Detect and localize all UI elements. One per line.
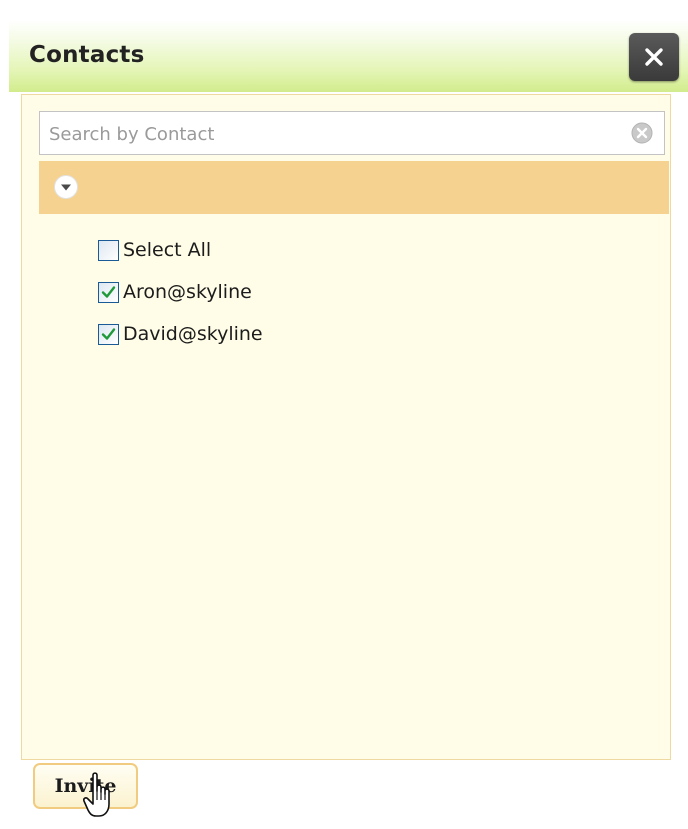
select-all-checkbox[interactable] [98, 239, 119, 261]
contact-item-aron[interactable]: Aron@skyline [98, 277, 252, 307]
contact-group-header[interactable] [39, 161, 669, 214]
select-all-label: Select All [123, 239, 212, 261]
contact-item-david[interactable]: David@skyline [98, 319, 263, 349]
checkmark-icon [101, 285, 116, 298]
dialog-title: Contacts [29, 42, 145, 68]
dialog-titlebar: Contacts [9, 20, 688, 92]
select-all-row[interactable]: Select All [98, 235, 211, 265]
contact-checkbox[interactable] [98, 323, 119, 345]
search-input[interactable] [40, 112, 631, 156]
contact-label: Aron@skyline [123, 281, 252, 303]
close-button[interactable] [629, 33, 679, 81]
close-icon [645, 48, 663, 66]
clear-circle-icon[interactable] [631, 122, 653, 144]
chevron-down-circle-icon[interactable] [53, 174, 79, 200]
contacts-panel: Select All Aron@skyline David@skyline [21, 94, 671, 760]
contacts-dialog: Contacts Select All [9, 10, 688, 829]
contact-checkbox[interactable] [98, 281, 119, 303]
search-box [39, 111, 665, 156]
checkmark-icon [101, 327, 116, 340]
invite-button[interactable]: Invite [33, 763, 138, 809]
contact-label: David@skyline [123, 323, 263, 345]
